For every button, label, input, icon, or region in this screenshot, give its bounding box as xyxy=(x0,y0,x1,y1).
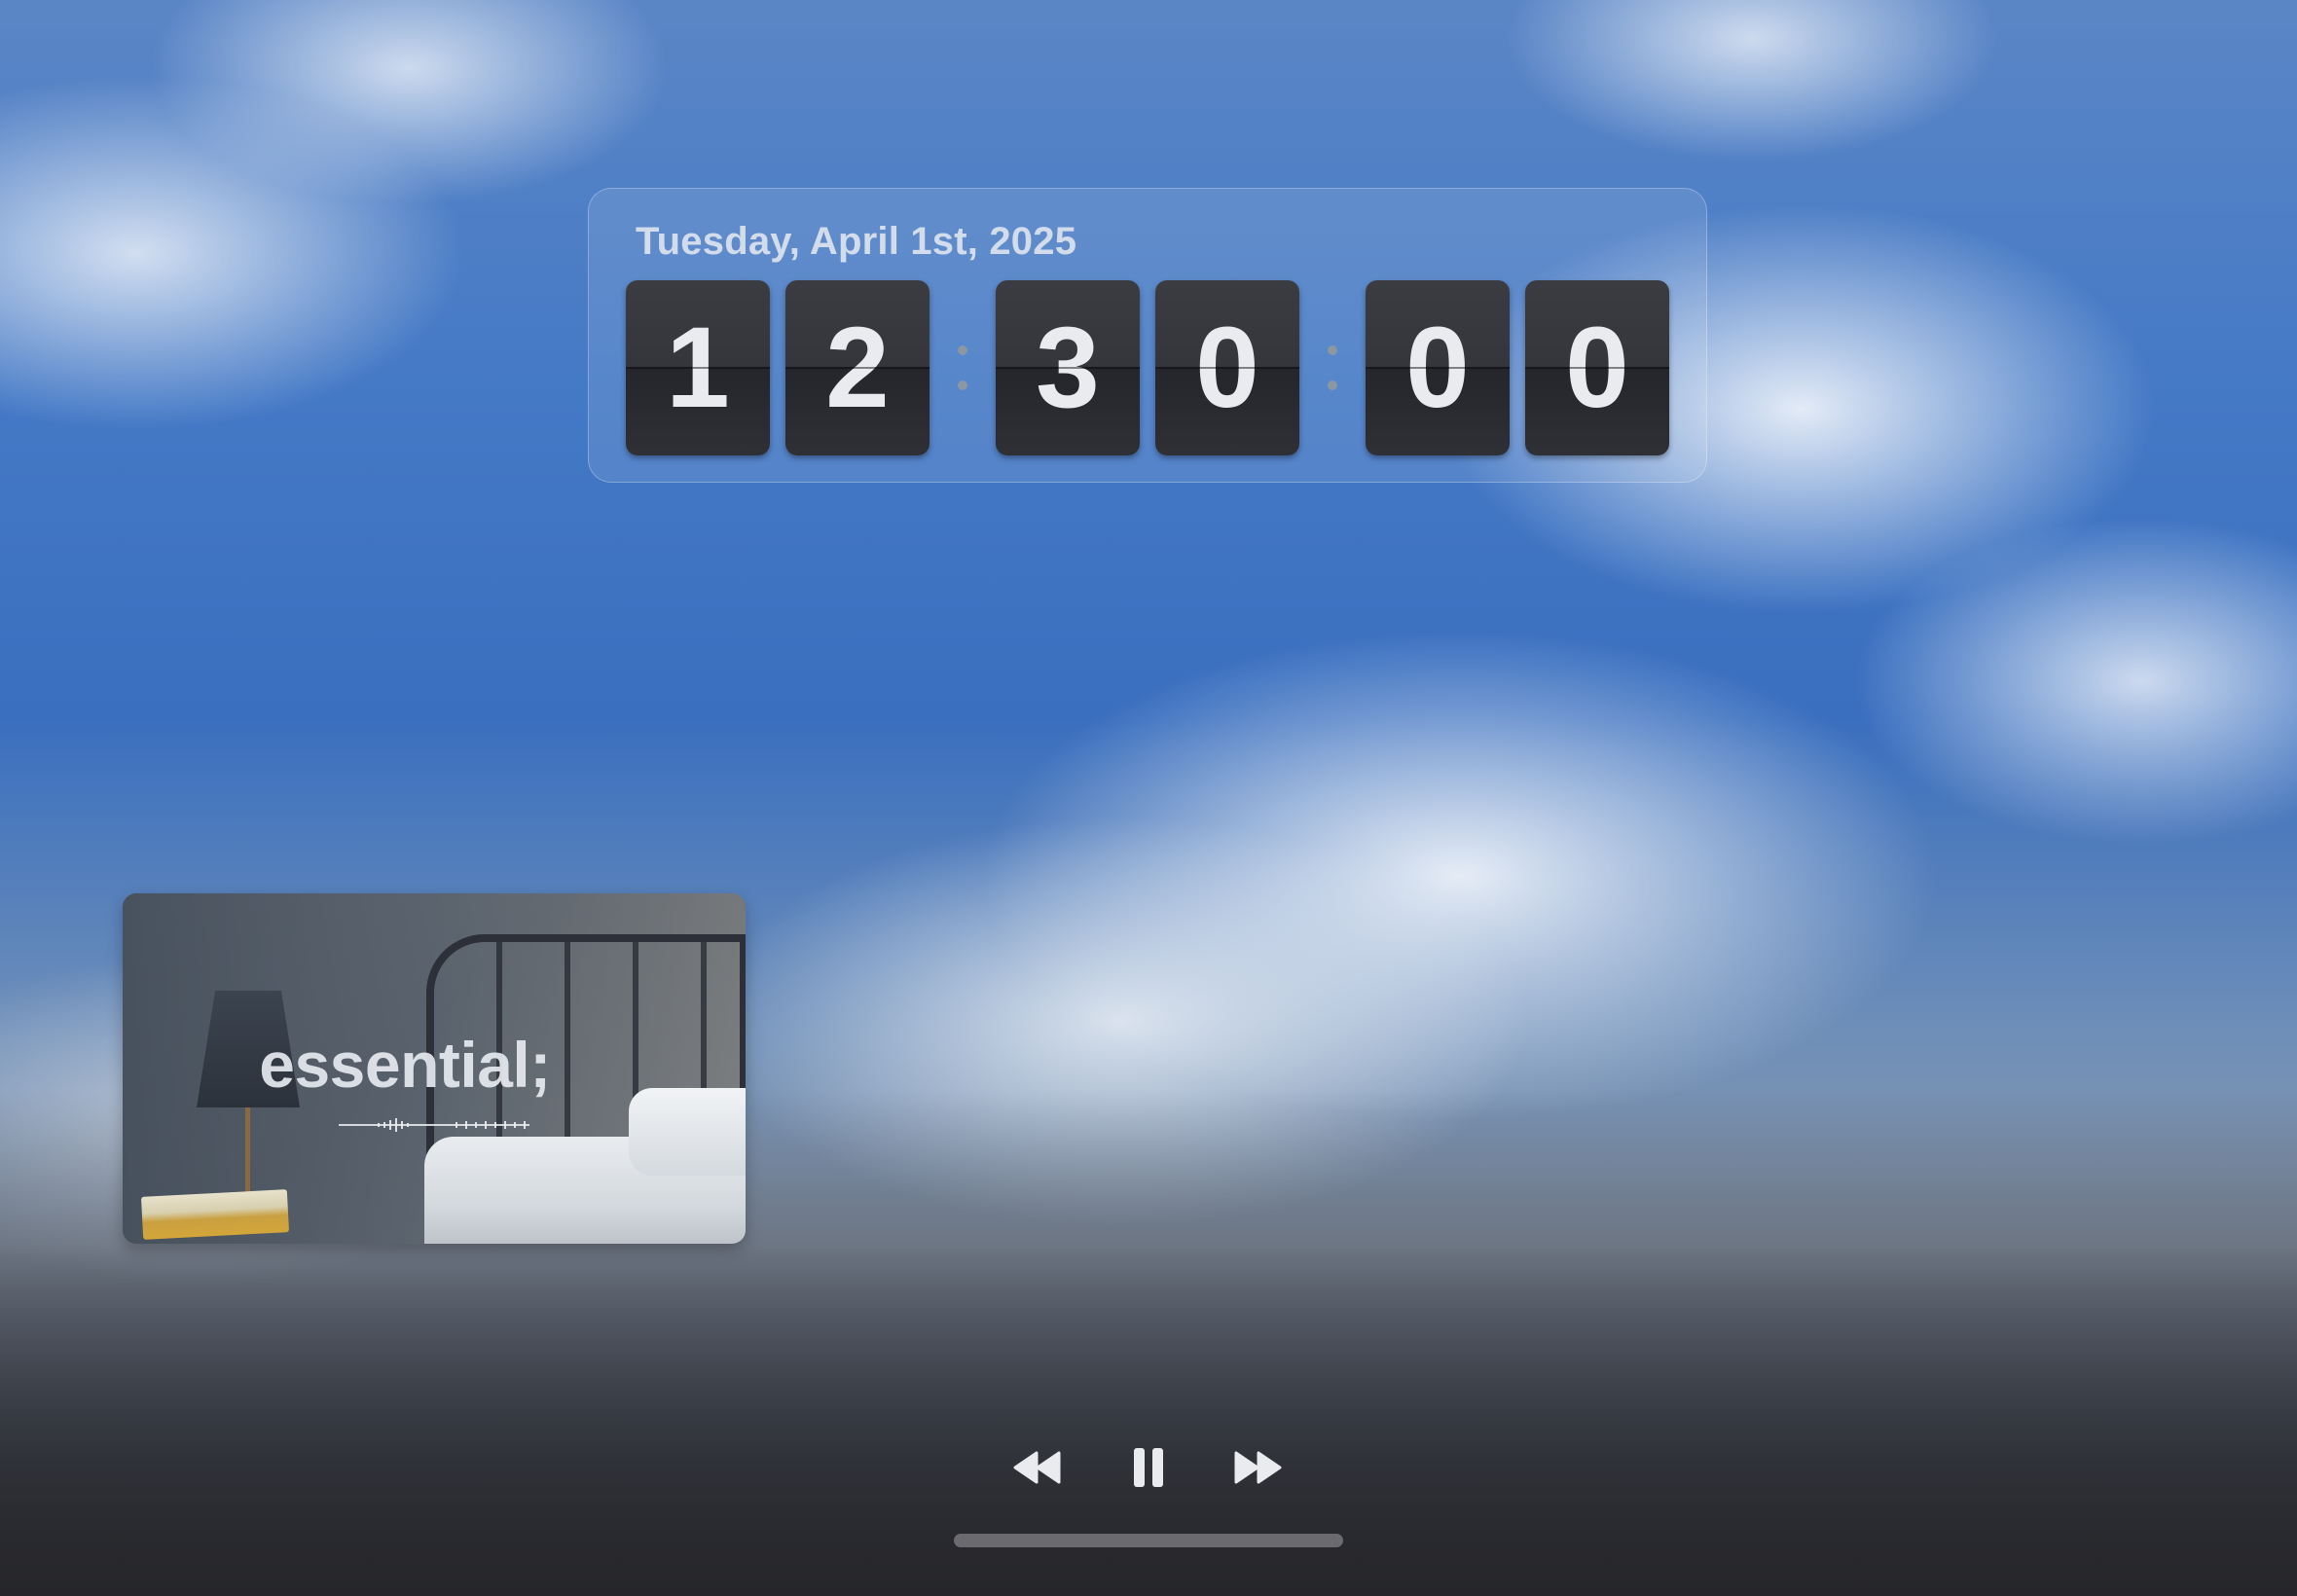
playlist-title: essential; xyxy=(259,1029,551,1101)
playback-controls xyxy=(1003,1438,1294,1497)
minute-ones-digit: 0 xyxy=(1155,280,1299,455)
colon-separator xyxy=(1299,345,1366,390)
hour-tens-digit: 1 xyxy=(626,280,770,455)
clock-date: Tuesday, April 1st, 2025 xyxy=(636,220,1077,263)
standby-screen: Tuesday, April 1st, 2025 1 2 3 0 0 0 ess… xyxy=(0,0,2297,1596)
home-indicator[interactable] xyxy=(954,1534,1343,1547)
fast-forward-icon xyxy=(1234,1451,1282,1484)
second-tens-digit: 0 xyxy=(1366,280,1510,455)
minute-tens-digit: 3 xyxy=(996,280,1140,455)
colon-separator xyxy=(930,345,996,390)
second-ones-digit: 0 xyxy=(1525,280,1669,455)
pause-icon xyxy=(1134,1448,1163,1487)
hour-ones-digit: 2 xyxy=(785,280,930,455)
next-track-button[interactable] xyxy=(1228,1438,1287,1497)
play-pause-button[interactable] xyxy=(1119,1438,1178,1497)
waveform-icon xyxy=(339,1118,529,1132)
books-illustration xyxy=(140,1189,290,1240)
flip-clock-digits: 1 2 3 0 0 0 xyxy=(626,280,1669,455)
previous-track-button[interactable] xyxy=(1008,1438,1067,1497)
now-playing-artwork[interactable]: essential; xyxy=(123,893,746,1244)
rewind-icon xyxy=(1013,1451,1061,1484)
clock-widget[interactable]: Tuesday, April 1st, 2025 1 2 3 0 0 0 xyxy=(588,188,1707,483)
